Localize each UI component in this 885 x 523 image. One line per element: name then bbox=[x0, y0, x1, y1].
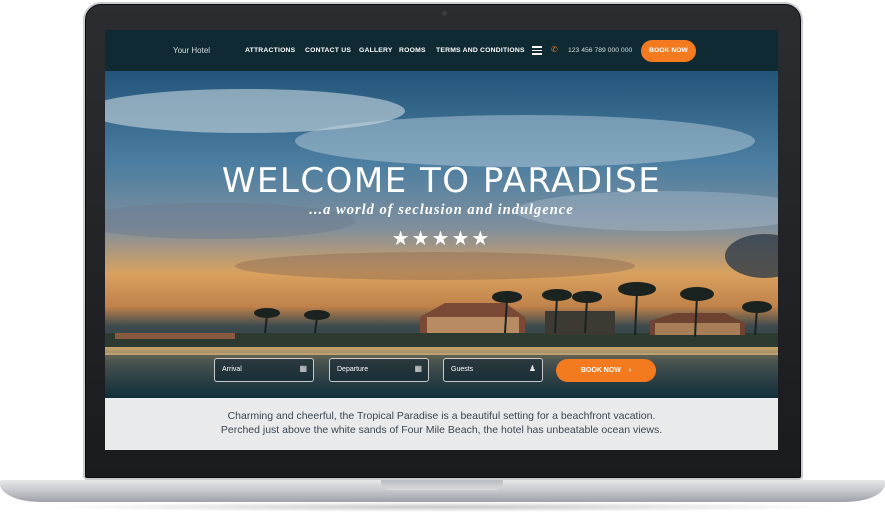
book-now-button[interactable]: BOOK NOW › bbox=[556, 359, 656, 382]
chevron-right-icon: › bbox=[628, 367, 632, 374]
laptop-shadow bbox=[40, 502, 845, 512]
intro-line-1: Charming and cheerful, the Tropical Para… bbox=[227, 410, 656, 422]
book-now-label: BOOK NOW bbox=[580, 367, 621, 374]
nav-item-gallery[interactable]: GALLERY bbox=[359, 47, 393, 54]
arrival-label: Arrival bbox=[222, 366, 242, 373]
arrival-field[interactable]: Arrival ▦ bbox=[214, 358, 314, 382]
nav-item-rooms[interactable]: ROOMS bbox=[399, 47, 426, 54]
nav-item-contact-us[interactable]: CONTACT US bbox=[305, 47, 351, 54]
hero-title: WELCOME TO PARADISE bbox=[221, 161, 662, 201]
intro-section: Charming and cheerful, the Tropical Para… bbox=[105, 398, 778, 450]
calendar-icon: ▦ bbox=[414, 364, 422, 373]
star-rating: ★★★★★ bbox=[391, 228, 492, 250]
user-icon: ♟ bbox=[528, 364, 536, 373]
hero-subtitle: ...a world of seclusion and indulgence bbox=[309, 202, 574, 218]
brand-logo[interactable]: Your Hotel bbox=[173, 46, 210, 55]
booking-bar bbox=[105, 355, 778, 398]
phone-number[interactable]: 123 456 789 000 000 bbox=[568, 47, 632, 54]
nav-item-attractions[interactable]: ATTRACTIONS bbox=[245, 47, 295, 54]
departure-label: Departure bbox=[337, 366, 369, 373]
guests-label: Guests bbox=[451, 366, 474, 373]
navbar: Your Hotel ATTRACTIONS CONTACT US GALLER… bbox=[105, 30, 778, 71]
calendar-icon: ▦ bbox=[299, 364, 307, 373]
laptop-base-notch bbox=[381, 480, 503, 490]
phone-icon: ✆ bbox=[551, 45, 558, 54]
nav-item-terms[interactable]: TERMS AND CONDITIONS bbox=[436, 47, 525, 54]
screen: Your Hotel ATTRACTIONS CONTACT US GALLER… bbox=[105, 30, 778, 450]
nav-book-now-button[interactable]: BOOK NOW bbox=[641, 40, 696, 62]
booking-form: Arrival ▦ Departure ▦ Guests ♟ BOOK NOW … bbox=[105, 314, 778, 382]
departure-field[interactable]: Departure ▦ bbox=[329, 358, 429, 382]
intro-line-2: Perched just above the white sands of Fo… bbox=[220, 423, 663, 436]
camera bbox=[442, 11, 447, 16]
hamburger-icon[interactable] bbox=[532, 46, 542, 55]
intro-text: Charming and cheerful, the Tropical Para… bbox=[105, 410, 778, 437]
guests-field[interactable]: Guests ♟ bbox=[443, 358, 543, 382]
